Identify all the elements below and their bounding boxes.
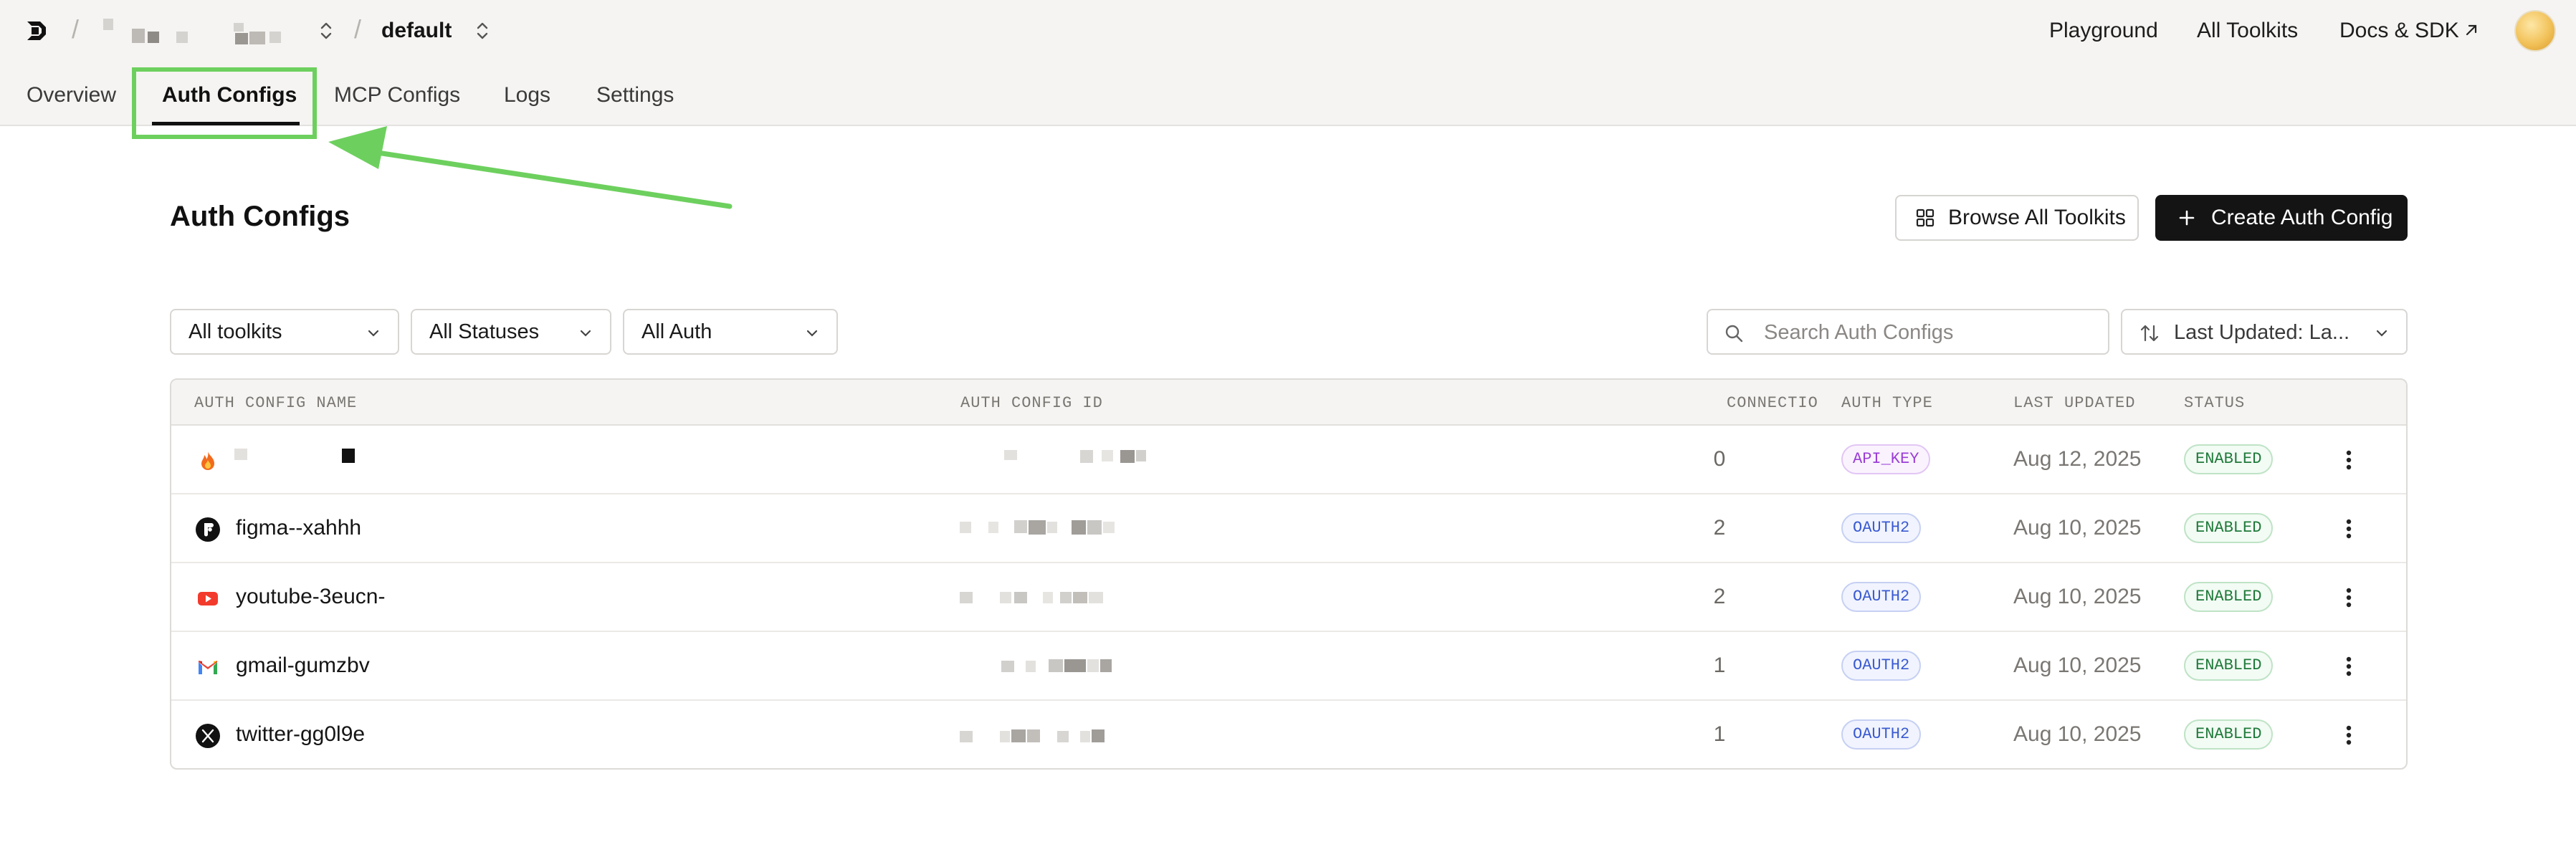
top-bar: / / default Playground All Toolkits Docs… (0, 0, 2576, 126)
last-updated-date: Aug 10, 2025 (2013, 585, 2142, 608)
browse-all-toolkits-button[interactable]: Browse All Toolkits (1895, 195, 2139, 241)
status-badge[interactable]: ENABLED (2184, 651, 2274, 681)
column-header-auth-type[interactable]: AUTH TYPE (1841, 394, 1933, 412)
browse-all-toolkits-label: Browse All Toolkits (1948, 206, 2126, 229)
auth-config-id-redacted[interactable] (960, 583, 1189, 612)
playground-link[interactable]: Playground (2049, 19, 2158, 43)
more-options-kebab-icon[interactable] (2336, 583, 2362, 612)
gmail-icon (199, 661, 217, 674)
sort-arrows-icon (2140, 325, 2159, 342)
breadcrumb-separator: / (72, 14, 80, 44)
more-options-kebab-icon[interactable] (2336, 446, 2362, 474)
figma-icon (196, 517, 220, 542)
connection-count: 1 (1713, 654, 1726, 677)
more-options-kebab-icon[interactable] (2336, 721, 2362, 750)
more-options-kebab-icon[interactable] (2336, 514, 2362, 543)
auth-config-name: youtube-3eucn- (236, 585, 386, 608)
table-row[interactable]: gmail-gumzbv 1 OAUTH2 Aug 10, 2025 ENABL… (171, 632, 2406, 701)
status-badge[interactable]: ENABLED (2184, 444, 2274, 474)
create-auth-config-button[interactable]: Create Auth Config (2155, 195, 2408, 241)
toolkit-filter-select[interactable]: All toolkits (170, 309, 399, 355)
fire-icon (201, 451, 214, 470)
chevron-down-icon (368, 330, 379, 337)
tab-overview[interactable]: Overview (27, 83, 116, 107)
sort-value: Last Updated: La... (2174, 321, 2350, 344)
x-twitter-icon (196, 724, 220, 748)
auth-config-name: gmail-gumzbv (236, 654, 370, 677)
search-box (1707, 309, 2109, 355)
auth-type-badge: OAUTH2 (1841, 719, 1922, 750)
status-badge[interactable]: ENABLED (2184, 719, 2274, 750)
status-badge[interactable]: ENABLED (2184, 582, 2274, 612)
table-row[interactable]: figma--xahhh 2 OAUTH2 Aug 10, 2025 ENABL… (171, 494, 2406, 563)
tab-mcp-configs[interactable]: MCP Configs (334, 83, 460, 107)
column-header-connections[interactable]: CONNECTIO (1727, 394, 1818, 412)
column-header-last-updated[interactable]: LAST UPDATED (2013, 394, 2135, 412)
auth-filter-value: All Auth (641, 320, 712, 343)
last-updated-date: Aug 10, 2025 (2013, 722, 2142, 746)
tab-logs[interactable]: Logs (504, 83, 550, 107)
chevron-down-icon (2376, 330, 2387, 337)
chevron-down-icon (806, 330, 818, 337)
auth-config-id-redacted[interactable] (960, 514, 1189, 543)
annotation-highlight-box (132, 67, 317, 139)
breadcrumb-separator: / (354, 14, 362, 44)
page-title: Auth Configs (170, 201, 350, 232)
toolkit-filter-value: All toolkits (189, 320, 282, 343)
table-row[interactable]: youtube-3eucn- 2 OAUTH2 Aug 10, 2025 ENA… (171, 563, 2406, 632)
search-icon (1725, 325, 1743, 343)
chevron-down-icon (580, 330, 591, 337)
org-name-redacted[interactable] (100, 16, 315, 50)
status-filter-value: All Statuses (429, 320, 540, 343)
status-filter-select[interactable]: All Statuses (411, 309, 611, 355)
search-input[interactable] (1764, 319, 2094, 346)
create-auth-config-label: Create Auth Config (2211, 206, 2393, 229)
connection-count: 0 (1713, 447, 1726, 471)
plus-icon (2179, 210, 2195, 226)
external-link-arrow-icon (2466, 24, 2477, 36)
user-avatar[interactable] (2514, 10, 2556, 52)
auth-config-id-redacted[interactable] (960, 721, 1189, 750)
connection-count: 2 (1713, 516, 1726, 540)
table-row[interactable]: twitter-gg0l9e 1 OAUTH2 Aug 10, 2025 ENA… (171, 701, 2406, 768)
grid-icon (1916, 209, 1935, 227)
docs-sdk-link[interactable]: Docs & SDK (2339, 19, 2459, 43)
auth-type-badge: OAUTH2 (1841, 513, 1922, 543)
table-header: AUTH CONFIG NAME AUTH CONFIG ID CONNECTI… (171, 380, 2406, 426)
status-badge[interactable]: ENABLED (2184, 513, 2274, 543)
connection-count: 2 (1713, 585, 1726, 608)
table-row[interactable]: 0 API_KEY Aug 12, 2025 ENABLED (171, 426, 2406, 494)
auth-config-id-redacted[interactable] (960, 446, 1189, 474)
last-updated-date: Aug 12, 2025 (2013, 447, 2142, 471)
auth-filter-select[interactable]: All Auth (623, 309, 838, 355)
auth-type-badge: API_KEY (1841, 444, 1931, 474)
all-toolkits-link[interactable]: All Toolkits (2197, 19, 2298, 43)
sort-select[interactable]: Last Updated: La... (2121, 309, 2408, 355)
project-switcher-chevron-icon[interactable] (474, 19, 490, 43)
composio-logo-icon[interactable] (22, 14, 54, 47)
column-header-status[interactable]: STATUS (2184, 394, 2245, 412)
org-switcher-chevron-icon[interactable] (318, 19, 334, 43)
auth-configs-table: AUTH CONFIG NAME AUTH CONFIG ID CONNECTI… (170, 378, 2408, 770)
last-updated-date: Aug 10, 2025 (2013, 516, 2142, 540)
tab-settings[interactable]: Settings (596, 83, 674, 107)
auth-config-name-redacted (234, 447, 365, 469)
last-updated-date: Aug 10, 2025 (2013, 654, 2142, 677)
connection-count: 1 (1713, 722, 1726, 746)
youtube-icon (198, 592, 218, 606)
auth-config-id-redacted[interactable] (960, 652, 1189, 681)
auth-type-badge: OAUTH2 (1841, 582, 1922, 612)
auth-type-badge: OAUTH2 (1841, 651, 1922, 681)
auth-config-name: twitter-gg0l9e (236, 722, 366, 746)
more-options-kebab-icon[interactable] (2336, 652, 2362, 681)
column-header-id[interactable]: AUTH CONFIG ID (960, 394, 1103, 412)
column-header-name[interactable]: AUTH CONFIG NAME (194, 394, 357, 412)
auth-config-name: figma--xahhh (236, 516, 362, 540)
project-name[interactable]: default (381, 19, 452, 43)
